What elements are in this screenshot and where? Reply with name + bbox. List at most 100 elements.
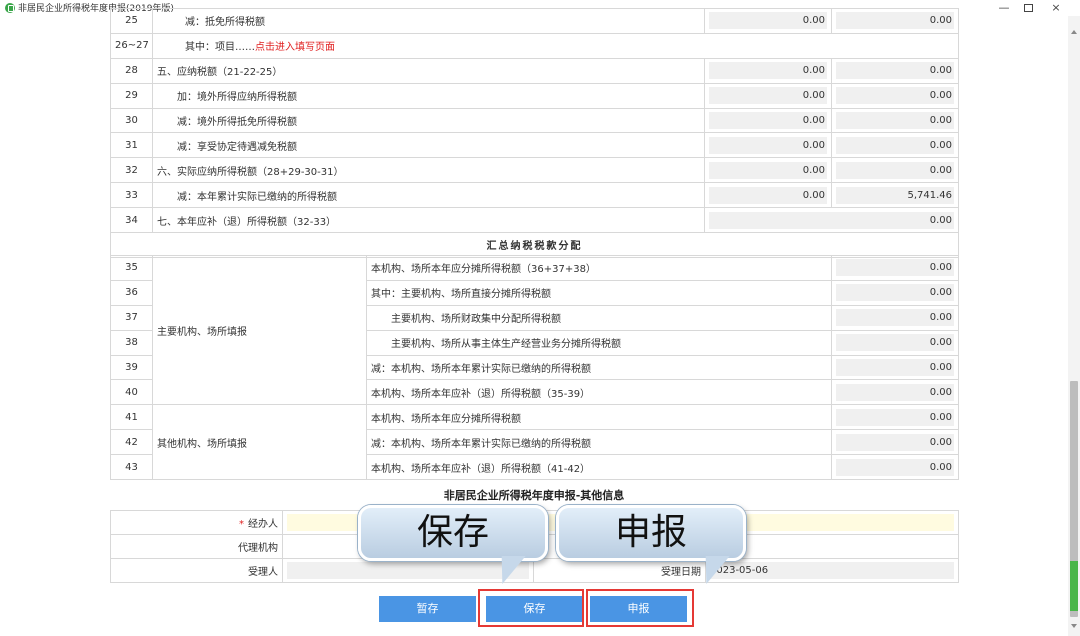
row-item: 其中：主要机构、场所直接分摊所得税额 bbox=[366, 279, 832, 306]
value-cell: 0.00 bbox=[704, 107, 832, 134]
row-item: 减：享受协定待遇减免税额 bbox=[152, 132, 705, 159]
submit-callout: 申报 bbox=[556, 505, 746, 561]
value-field[interactable]: 0.00 bbox=[836, 383, 954, 401]
row-item: 五、应纳税额（21-22-25） bbox=[152, 57, 705, 84]
table-row: 30 减：境外所得抵免所得税额 0.00 0.00 bbox=[110, 107, 959, 134]
value-field[interactable]: 0.00 bbox=[836, 334, 954, 352]
row-item: 七、本年应补（退）所得税额（32-33） bbox=[152, 207, 705, 234]
value-field[interactable]: 0.00 bbox=[836, 112, 954, 129]
row-item: 减：抵免所得税额 bbox=[152, 8, 705, 34]
row-item: 减：本机构、场所本年累计实际已缴纳的所得税额 bbox=[366, 354, 832, 381]
row-item: 本机构、场所本年应补（退）所得税额（35-39） bbox=[366, 379, 832, 406]
value-cell: 0.00 bbox=[831, 57, 959, 84]
value-cell: 0.00 bbox=[704, 132, 832, 159]
value-cell: 0.00 bbox=[831, 304, 959, 331]
table-row: 25 减：抵免所得税额 0.00 0.00 bbox=[110, 8, 959, 34]
row-item: 主要机构、场所从事主体生产经营业务分摊所得税额 bbox=[366, 329, 832, 356]
row-item: 本机构、场所本年应补（退）所得税额（41-42） bbox=[366, 454, 832, 481]
receiver-label: 受理人 bbox=[110, 558, 283, 583]
row-number: 30 bbox=[110, 107, 153, 134]
receive-date-label: 受理日期 bbox=[533, 558, 706, 583]
value-cell: 0.00 bbox=[831, 379, 959, 406]
row-number: 40 bbox=[110, 379, 153, 406]
other-info-title: 非居民企业所得税年度申报-其他信息 bbox=[443, 489, 625, 502]
value-cell: 0.00 bbox=[831, 107, 959, 134]
value-cell: 0.00 bbox=[831, 329, 959, 356]
row-number: 25 bbox=[110, 8, 153, 34]
value-field[interactable]: 0.00 bbox=[836, 161, 954, 179]
row-number: 38 bbox=[110, 329, 153, 356]
minimize-button[interactable]: — bbox=[992, 0, 1016, 16]
value-cell: 0.00 bbox=[704, 8, 832, 34]
value-cell: 0.00 bbox=[831, 157, 959, 184]
value-field[interactable]: 0.00 bbox=[709, 62, 827, 80]
vertical-scrollbar[interactable] bbox=[1068, 16, 1080, 636]
value-field[interactable]: 0.00 bbox=[709, 186, 827, 204]
value-field[interactable]: 0.00 bbox=[836, 259, 954, 277]
value-cell: 0.00 bbox=[704, 82, 832, 109]
value-cell: 0.00 bbox=[831, 82, 959, 109]
value-cell: 0.00 bbox=[831, 132, 959, 159]
row-item: 主要机构、场所财政集中分配所得税额 bbox=[366, 304, 832, 331]
row-number: 32 bbox=[110, 157, 153, 184]
value-cell: 0.00 bbox=[704, 207, 959, 234]
handler-label-text: 经办人 bbox=[248, 519, 278, 530]
value-cell: 0.00 bbox=[831, 8, 959, 34]
row-number: 36 bbox=[110, 279, 153, 306]
value-field[interactable]: 0.00 bbox=[709, 136, 827, 154]
allocation-table: 35 主要机构、场所填报 本机构、场所本年应分摊所得税额（36+37+38） 0… bbox=[110, 254, 959, 481]
value-field[interactable]: 0.00 bbox=[836, 433, 954, 451]
value-field[interactable]: 0.00 bbox=[836, 87, 954, 105]
row-number: 26~27 bbox=[110, 32, 153, 59]
value-field[interactable]: 0.00 bbox=[709, 161, 827, 179]
scroll-up-icon[interactable] bbox=[1071, 30, 1077, 34]
draft-button[interactable]: 暂存 bbox=[379, 596, 476, 622]
required-mark: * bbox=[239, 519, 244, 530]
table-row: 28 五、应纳税额（21-22-25） 0.00 0.00 bbox=[110, 57, 959, 84]
value-field[interactable]: 0.00 bbox=[709, 112, 827, 129]
value-cell: 0.00 bbox=[704, 182, 832, 209]
value-field[interactable]: 5,741.46 bbox=[836, 186, 954, 204]
row-number: 29 bbox=[110, 82, 153, 109]
value-field[interactable]: 0.00 bbox=[836, 408, 954, 426]
value-field[interactable]: 0.00 bbox=[709, 211, 954, 229]
value-cell: 0.00 bbox=[831, 255, 959, 281]
agency-label: 代理机构 bbox=[110, 534, 283, 559]
table-row: 受理人 受理日期 2023-05-06 bbox=[110, 558, 959, 583]
handler-label: * 经办人 bbox=[110, 510, 283, 535]
value-field[interactable]: 0.00 bbox=[836, 458, 954, 476]
row-number: 35 bbox=[110, 255, 153, 281]
table-row: 34 七、本年应补（退）所得税额（32-33） 0.00 bbox=[110, 207, 959, 234]
row-number: 28 bbox=[110, 57, 153, 84]
value-field[interactable]: 0.00 bbox=[836, 309, 954, 327]
row-number: 37 bbox=[110, 304, 153, 331]
save-highlight-box bbox=[478, 589, 584, 627]
save-callout: 保存 bbox=[358, 505, 548, 561]
value-cell: 0.00 bbox=[831, 404, 959, 431]
row-number: 41 bbox=[110, 404, 153, 431]
value-field[interactable]: 0.00 bbox=[836, 359, 954, 376]
row-item: 本机构、场所本年应分摊所得税额 bbox=[366, 404, 832, 431]
value-field[interactable]: 0.00 bbox=[836, 62, 954, 80]
table-row: 32 六、实际应纳所得税额（28+29-30-31） 0.00 0.00 bbox=[110, 157, 959, 184]
table-row: 41 其他机构、场所填报 本机构、场所本年应分摊所得税额 0.00 bbox=[110, 404, 959, 481]
row-number: 39 bbox=[110, 354, 153, 381]
value-cell: 5,741.46 bbox=[831, 182, 959, 209]
value-cell: 0.00 bbox=[831, 429, 959, 456]
value-field[interactable]: 0.00 bbox=[709, 87, 827, 105]
receive-date-field[interactable]: 2023-05-06 bbox=[710, 562, 954, 579]
close-button[interactable]: × bbox=[1044, 0, 1068, 16]
row-item: 加：境外所得应纳所得税额 bbox=[152, 82, 705, 109]
value-field[interactable]: 0.00 bbox=[709, 12, 827, 30]
table-row: 35 主要机构、场所填报 本机构、场所本年应分摊所得税额（36+37+38） 0… bbox=[110, 254, 959, 406]
row-number: 33 bbox=[110, 182, 153, 209]
value-field[interactable]: 0.00 bbox=[836, 284, 954, 302]
app-icon bbox=[5, 3, 15, 13]
fill-in-link[interactable]: 点击进入填写页面 bbox=[255, 42, 335, 53]
row-item: 本机构、场所本年应分摊所得税额（36+37+38） bbox=[366, 255, 832, 281]
section-row: 汇总纳税税款分配 bbox=[110, 232, 959, 258]
scroll-down-icon[interactable] bbox=[1071, 624, 1077, 628]
value-field[interactable]: 0.00 bbox=[836, 136, 954, 154]
value-field[interactable]: 0.00 bbox=[836, 12, 954, 30]
maximize-button[interactable] bbox=[1016, 0, 1040, 16]
